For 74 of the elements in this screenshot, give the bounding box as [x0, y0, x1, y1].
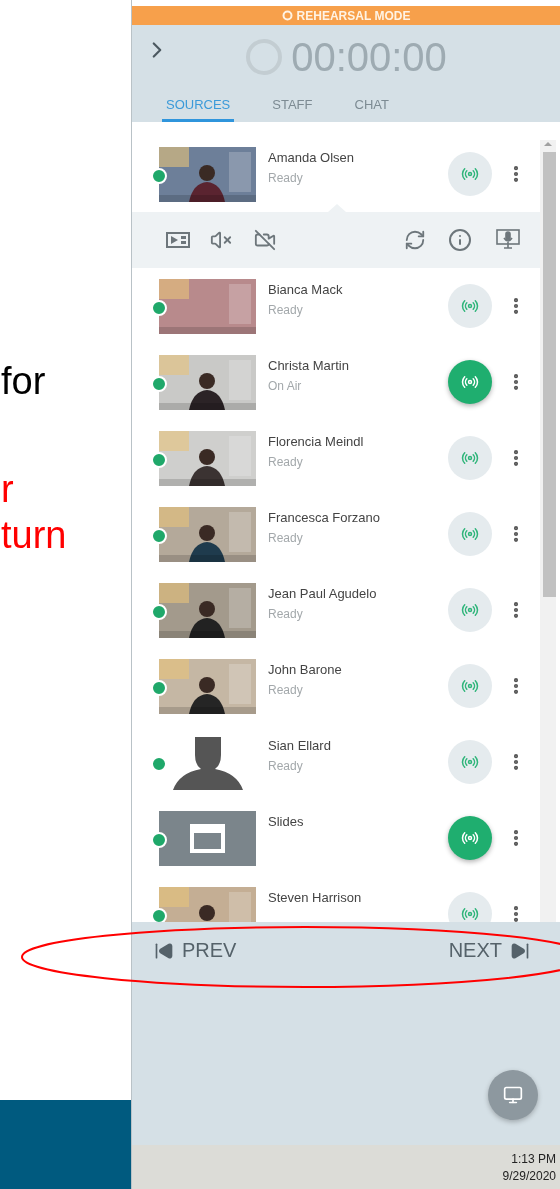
video-clip-icon[interactable]	[166, 232, 190, 248]
broadcast-icon	[461, 905, 479, 922]
source-status: Ready	[268, 303, 304, 317]
status-dot	[151, 451, 167, 468]
taskbar-time: 1:13 PM	[511, 1151, 556, 1166]
on-air-button[interactable]	[448, 816, 492, 860]
source-row[interactable]: Florencia Meindl Ready	[132, 420, 540, 496]
broadcast-icon	[461, 829, 479, 847]
on-air-button[interactable]	[448, 360, 492, 404]
on-air-button[interactable]	[448, 436, 492, 480]
rehearsal-banner: REHEARSAL MODE	[132, 6, 560, 25]
status-dot	[151, 831, 167, 848]
status-dot	[151, 527, 167, 544]
source-status: Ready	[268, 683, 304, 697]
source-name: Sian Ellard	[268, 738, 332, 753]
broadcast-icon	[461, 677, 479, 695]
status-dot	[151, 603, 167, 620]
broadcast-icon	[461, 753, 479, 771]
source-status: Ready	[268, 455, 304, 469]
source-row[interactable]: Christa Martin On Air	[132, 344, 540, 420]
source-name: Steven Harrison	[268, 890, 363, 905]
slide-text: r	[0, 467, 15, 512]
record-icon	[281, 10, 293, 21]
source-row[interactable]: Slides	[132, 800, 540, 876]
scrollbar[interactable]	[540, 140, 556, 922]
status-dot	[151, 375, 167, 392]
info-icon[interactable]	[448, 228, 472, 252]
slide-text: for	[0, 359, 47, 404]
source-name: Christa Martin	[268, 358, 350, 373]
source-name: Amanda Olsen	[268, 150, 355, 165]
microphone-monitor-icon[interactable]	[496, 229, 520, 251]
slide-text: turn	[0, 513, 68, 558]
source-status: Ready	[268, 171, 304, 185]
source-status: On Air	[268, 379, 303, 393]
source-row[interactable]: Sian Ellard Ready	[132, 724, 540, 800]
broadcast-icon	[461, 525, 479, 543]
broadcast-icon	[461, 297, 479, 315]
source-name: Bianca Mack	[268, 282, 344, 297]
on-air-button[interactable]	[448, 664, 492, 708]
source-row[interactable]: Bianca Mack Ready	[132, 268, 540, 344]
taskbar-date: 9/29/2020	[502, 1168, 556, 1183]
slides-icon	[159, 810, 256, 866]
status-dot	[151, 167, 167, 184]
mute-icon[interactable]	[210, 229, 232, 251]
on-air-button[interactable]	[448, 512, 492, 556]
source-status: Ready	[268, 531, 304, 545]
source-status: Ready	[268, 759, 304, 773]
source-name: Slides	[268, 814, 305, 829]
source-name: Francesca Forzano	[268, 510, 381, 525]
source-name: John Barone	[268, 662, 343, 677]
source-name: Florencia Meindl	[268, 434, 365, 449]
status-dot	[151, 755, 167, 772]
refresh-icon[interactable]	[404, 229, 426, 251]
broadcast-icon	[461, 449, 479, 467]
next-button[interactable]: NEXT	[448, 939, 530, 962]
broadcast-icon	[461, 601, 479, 619]
status-dot	[151, 679, 167, 696]
source-status: Ready	[268, 607, 304, 621]
on-air-button[interactable]	[448, 740, 492, 784]
source-row[interactable]: John Barone Ready	[132, 648, 540, 724]
on-air-button[interactable]	[448, 588, 492, 632]
source-row[interactable]: Jean Paul Agudelo Ready	[132, 572, 540, 648]
source-name: Jean Paul Agudelo	[268, 586, 378, 601]
source-row[interactable]: Amanda Olsen Ready	[132, 136, 540, 212]
screen-share-button[interactable]	[488, 1070, 538, 1120]
on-air-button[interactable]	[448, 152, 492, 196]
broadcast-icon	[461, 373, 479, 391]
source-row[interactable]: Francesca Forzano Ready	[132, 496, 540, 572]
status-dot	[151, 299, 167, 316]
prev-button[interactable]: PREV	[154, 939, 237, 962]
camera-off-icon[interactable]	[254, 229, 276, 251]
broadcast-icon	[461, 165, 479, 183]
on-air-button[interactable]	[448, 284, 492, 328]
monitor-icon	[503, 1085, 523, 1105]
